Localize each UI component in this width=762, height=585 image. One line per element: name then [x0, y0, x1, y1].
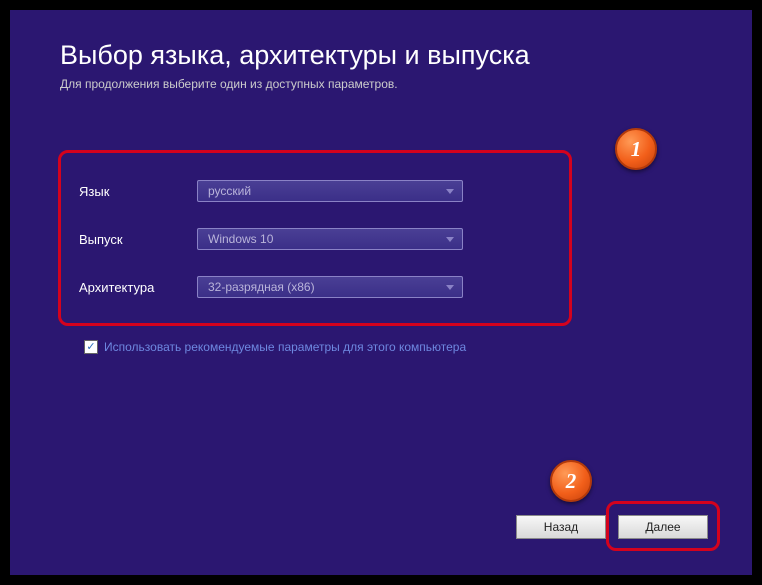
- checkbox-row: ✓ Использовать рекомендуемые параметры д…: [84, 340, 466, 354]
- chevron-down-icon: [446, 237, 454, 242]
- form-highlight-box: Язык русский Выпуск Windows 10 Архитекту…: [58, 150, 572, 326]
- next-button[interactable]: Далее: [618, 515, 708, 539]
- page-title: Выбор языка, архитектуры и выпуска: [10, 10, 752, 71]
- select-architecture-value: 32-разрядная (x86): [208, 280, 315, 294]
- chevron-down-icon: [446, 189, 454, 194]
- select-edition[interactable]: Windows 10: [197, 228, 463, 250]
- label-language: Язык: [79, 184, 197, 199]
- back-button[interactable]: Назад: [516, 515, 606, 539]
- select-architecture[interactable]: 32-разрядная (x86): [197, 276, 463, 298]
- label-edition: Выпуск: [79, 232, 197, 247]
- select-edition-value: Windows 10: [208, 232, 273, 246]
- annotation-badge-1: 1: [615, 128, 657, 170]
- chevron-down-icon: [446, 285, 454, 290]
- select-language[interactable]: русский: [197, 180, 463, 202]
- field-row-edition: Выпуск Windows 10: [79, 215, 551, 263]
- button-bar: Назад Далее: [516, 515, 708, 539]
- select-language-value: русский: [208, 184, 251, 198]
- annotation-badge-2: 2: [550, 460, 592, 502]
- label-architecture: Архитектура: [79, 280, 197, 295]
- checkbox-use-recommended[interactable]: ✓: [84, 340, 98, 354]
- checkbox-label: Использовать рекомендуемые параметры для…: [104, 340, 466, 354]
- field-row-architecture: Архитектура 32-разрядная (x86): [79, 263, 551, 311]
- field-row-language: Язык русский: [79, 167, 551, 215]
- setup-window: Выбор языка, архитектуры и выпуска Для п…: [10, 10, 752, 575]
- page-subtitle: Для продолжения выберите один из доступн…: [10, 71, 752, 91]
